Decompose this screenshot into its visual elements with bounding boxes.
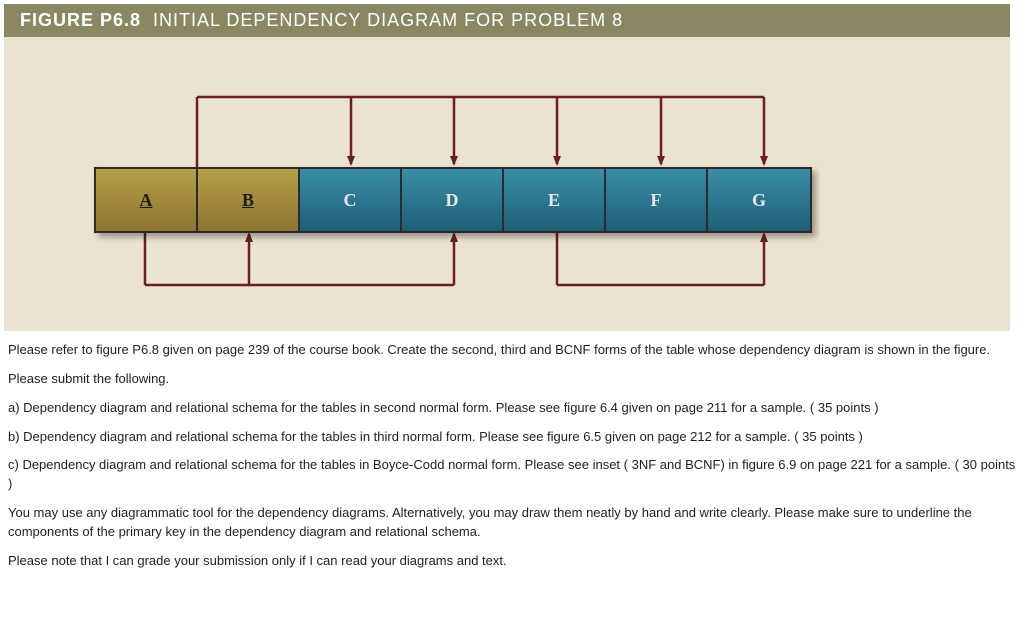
note-tool: You may use any diagrammatic tool for th… [8, 504, 1016, 542]
cell-E-label: E [548, 190, 560, 211]
cell-E: E [504, 169, 606, 231]
cell-F: F [606, 169, 708, 231]
figure-container: FIGURE P6.8 INITIAL DEPENDENCY DIAGRAM F… [4, 4, 1010, 331]
cell-G: G [708, 169, 810, 231]
cell-B-label: B [242, 190, 254, 211]
cell-B: B [198, 169, 300, 231]
item-b: b) Dependency diagram and relational sch… [8, 428, 1016, 447]
cell-A-label: A [140, 190, 153, 211]
cell-D-label: D [446, 190, 459, 211]
note-grading: Please note that I can grade your submis… [8, 552, 1016, 571]
submit-heading: Please submit the following. [8, 370, 1016, 389]
cell-G-label: G [752, 190, 766, 211]
figure-number: FIGURE P6.8 [20, 10, 141, 30]
cell-D: D [402, 169, 504, 231]
intro-paragraph: Please refer to figure P6.8 given on pag… [8, 341, 1016, 360]
dependency-diagram: A B C D E F G [4, 37, 1010, 331]
item-a: a) Dependency diagram and relational sch… [8, 399, 1016, 418]
item-c: c) Dependency diagram and relational sch… [8, 456, 1016, 494]
cell-C-label: C [344, 190, 357, 211]
attribute-row: A B C D E F G [94, 167, 812, 233]
instructions-text: Please refer to figure P6.8 given on pag… [0, 331, 1024, 571]
cell-A: A [96, 169, 198, 231]
figure-title: INITIAL DEPENDENCY DIAGRAM FOR PROBLEM 8 [153, 10, 623, 30]
cell-F-label: F [651, 190, 662, 211]
cell-C: C [300, 169, 402, 231]
figure-header: FIGURE P6.8 INITIAL DEPENDENCY DIAGRAM F… [4, 4, 1010, 37]
